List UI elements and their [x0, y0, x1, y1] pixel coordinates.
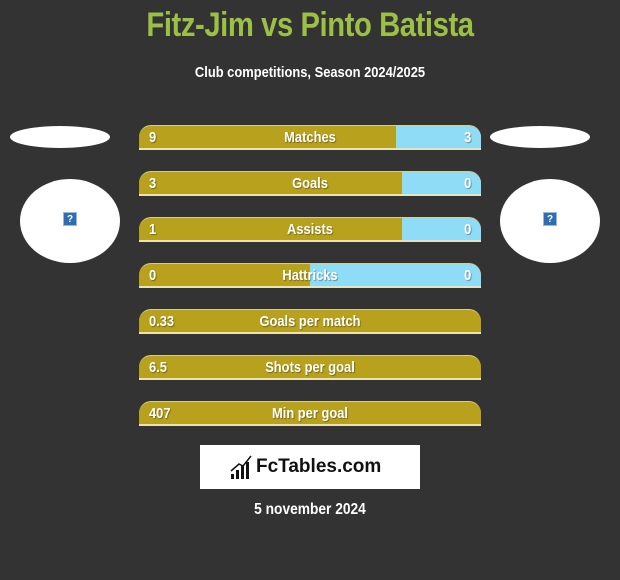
right-value: 0 [463, 175, 471, 192]
missing-image-icon: ? [543, 212, 557, 226]
bar-chart-icon [230, 455, 252, 479]
stat-bar-hattricks: 0 Hattricks 0 [139, 263, 481, 288]
stat-bar-shots-per-goal: 6.5 Shots per goal [139, 355, 481, 380]
left-value: 9 [149, 129, 157, 146]
left-team-logo[interactable]: ? [20, 179, 120, 263]
left-team-name-placeholder [10, 126, 110, 148]
right-value: 3 [463, 129, 471, 146]
stat-label: Goals [292, 175, 328, 192]
report-date: 5 november 2024 [254, 501, 366, 518]
left-value: 0 [149, 267, 157, 284]
stat-label: Matches [284, 129, 336, 146]
left-value: 3 [149, 175, 157, 192]
stat-label: Shots per goal [265, 359, 355, 376]
stat-bar-goals: 3 Goals 0 [139, 171, 481, 196]
stat-bar-assists: 1 Assists 0 [139, 217, 481, 242]
right-value: 0 [463, 221, 471, 238]
page-title: Fitz-Jim vs Pinto Batista [146, 6, 474, 44]
fctables-logo[interactable]: FcTables.com [200, 445, 420, 489]
right-team-logo[interactable]: ? [500, 179, 600, 263]
stat-bar-goals-per-match: 0.33 Goals per match [139, 309, 481, 334]
left-value: 1 [149, 221, 157, 238]
missing-image-icon: ? [63, 212, 77, 226]
stat-label: Hattricks [282, 267, 338, 284]
stat-label: Min per goal [272, 405, 348, 422]
competition-subtitle: Club competitions, Season 2024/2025 [194, 64, 426, 81]
stat-bar-matches: 9 Matches 3 [139, 125, 481, 150]
brand-name: FcTables.com [256, 456, 382, 477]
right-value: 0 [463, 267, 471, 284]
stat-bar-min-per-goal: 407 Min per goal [139, 401, 481, 426]
stat-label: Assists [287, 221, 333, 238]
stat-label: Goals per match [259, 313, 361, 330]
right-team-name-placeholder [490, 126, 590, 148]
